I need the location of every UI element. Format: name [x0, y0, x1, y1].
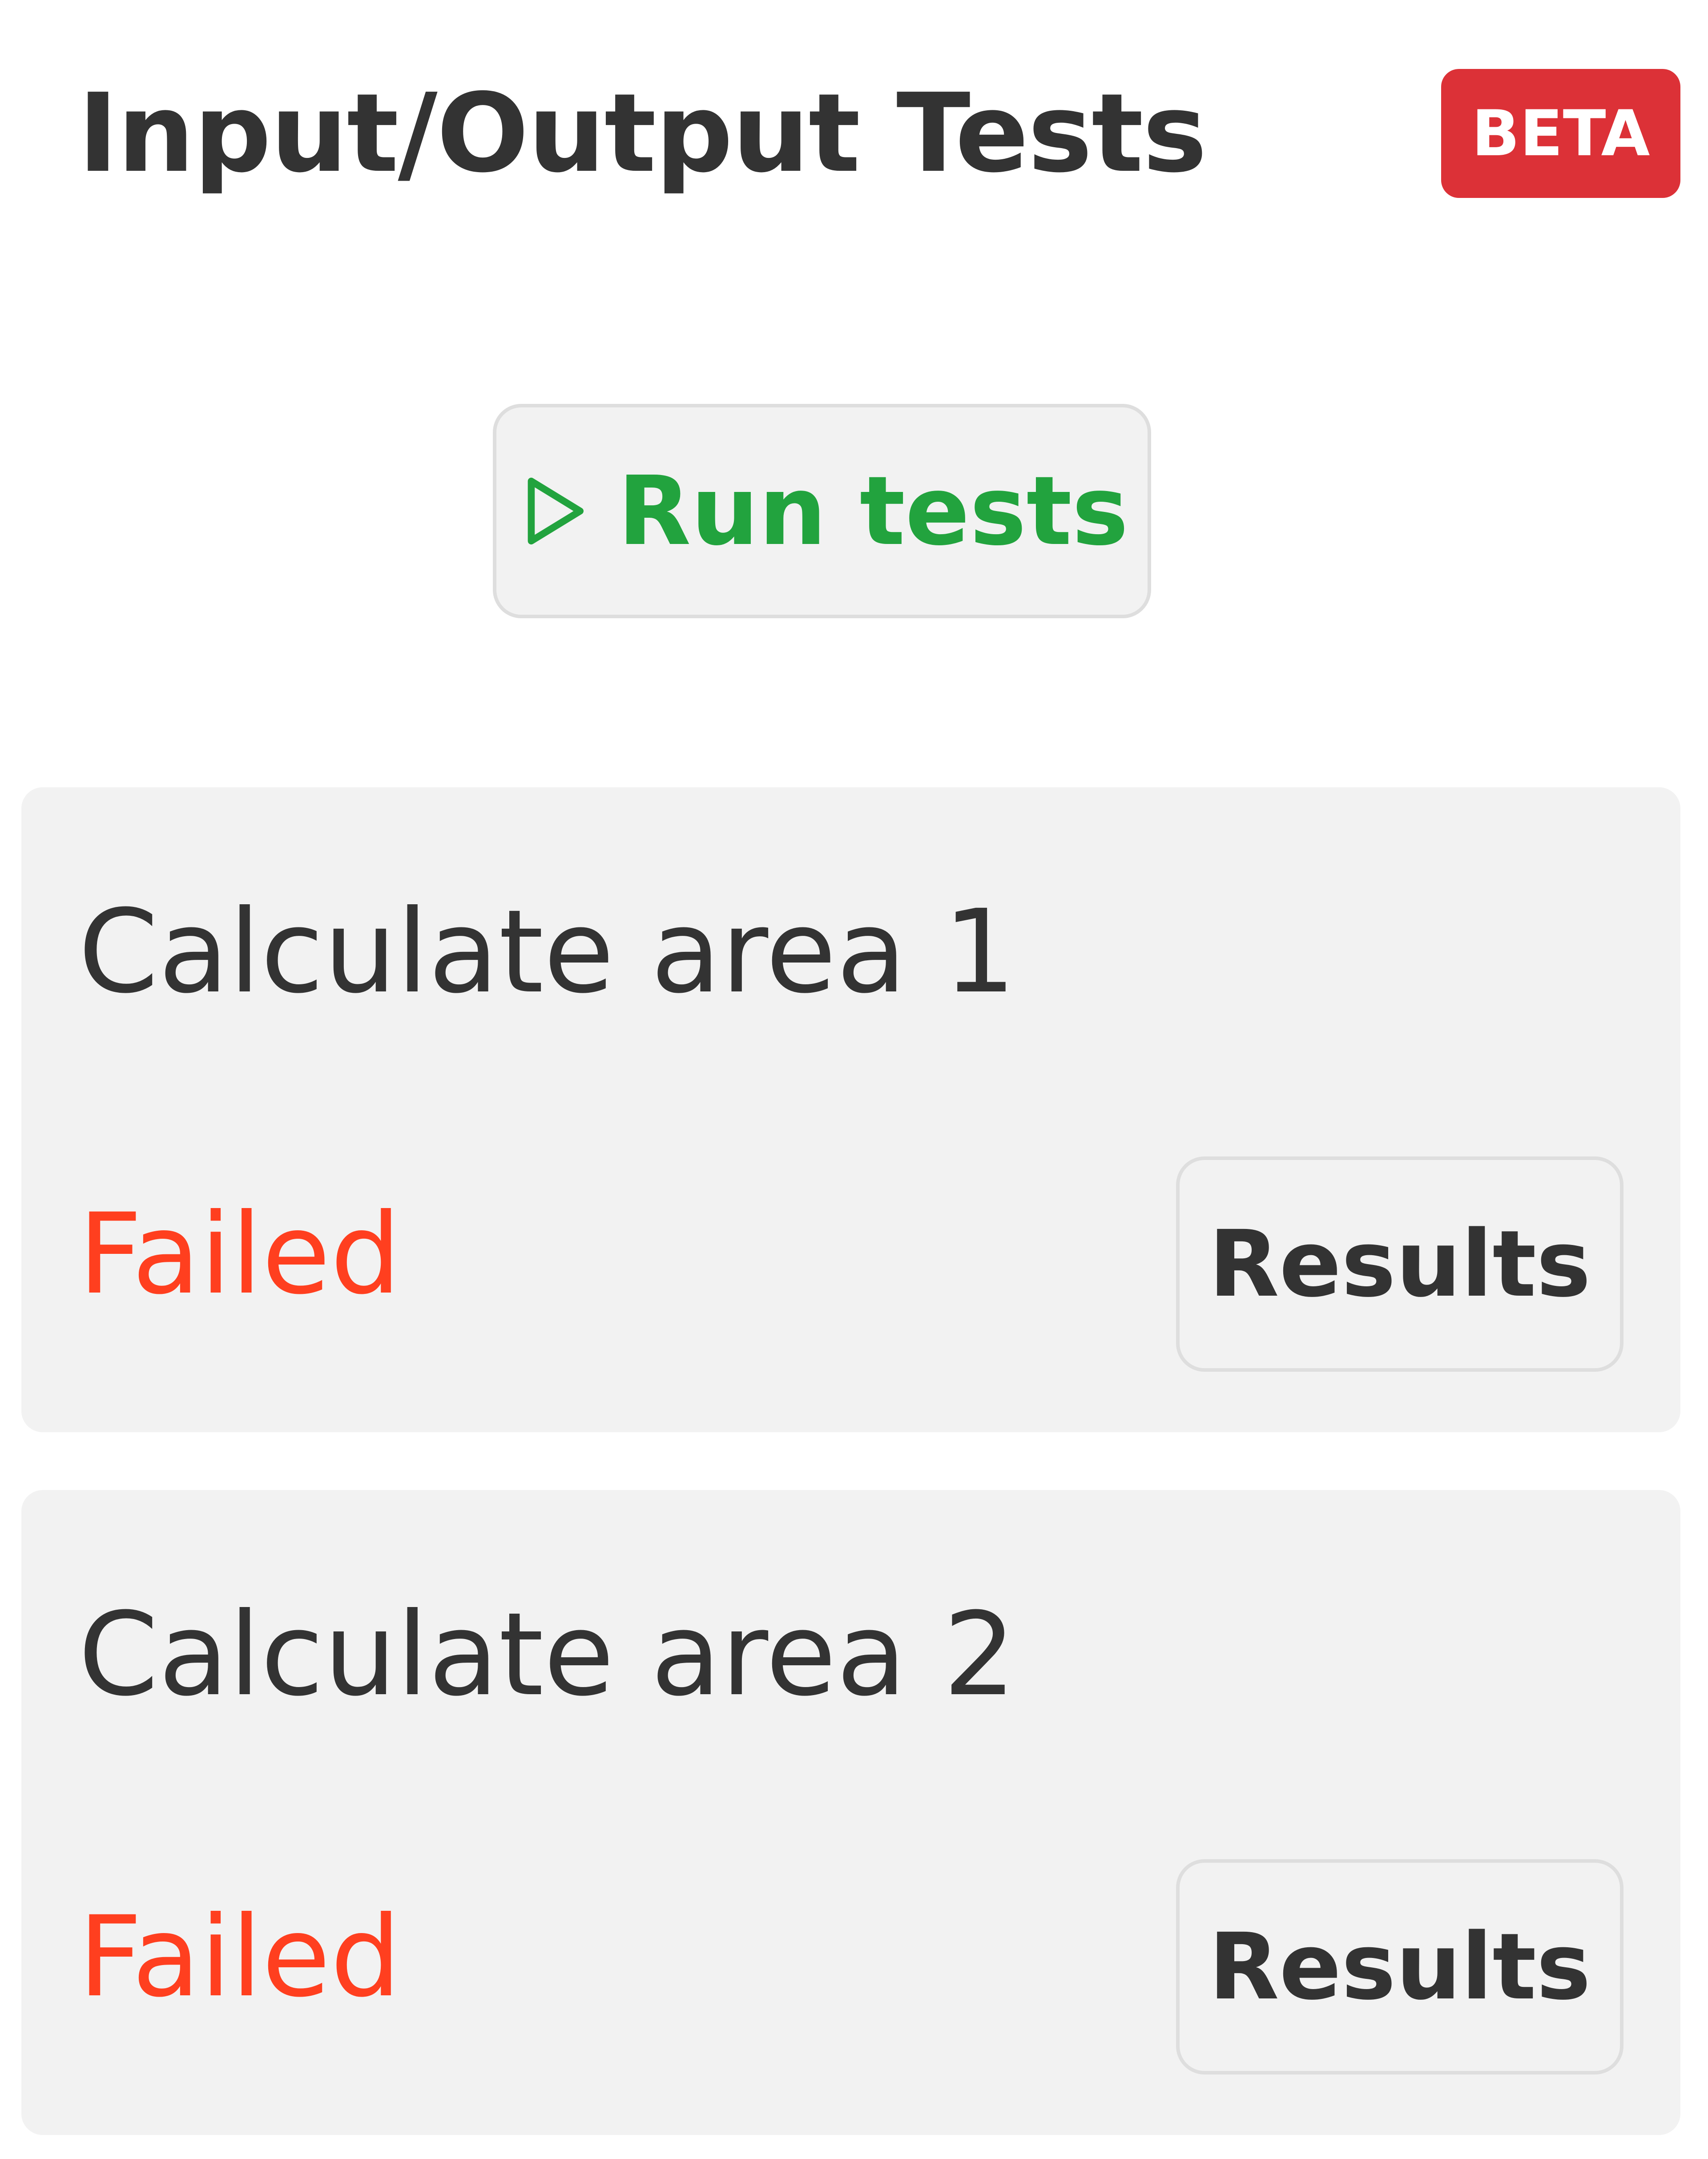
io-tests-panel: Input/Output Tests BETA Run tests Calcul… [0, 0, 1708, 2159]
panel-title: Input/Output Tests [78, 70, 1207, 197]
panel-header: Input/Output Tests BETA [0, 0, 1708, 240]
test-card: Calculate area 2 Failed Results [21, 1490, 1680, 2135]
test-card: Calculate area 1 Failed Results [21, 787, 1680, 1432]
results-button[interactable]: Results [1176, 1859, 1623, 2074]
run-tests-button[interactable]: Run tests [493, 404, 1151, 618]
test-name: Calculate area 1 [78, 885, 1016, 1019]
results-button[interactable]: Results [1176, 1156, 1623, 1372]
run-tests-label: Run tests [617, 455, 1129, 567]
test-status: Failed [78, 1189, 401, 1319]
test-name: Calculate area 2 [78, 1588, 1016, 1721]
play-icon [528, 477, 584, 545]
test-status: Failed [78, 1892, 401, 2022]
beta-badge: BETA [1441, 69, 1680, 198]
